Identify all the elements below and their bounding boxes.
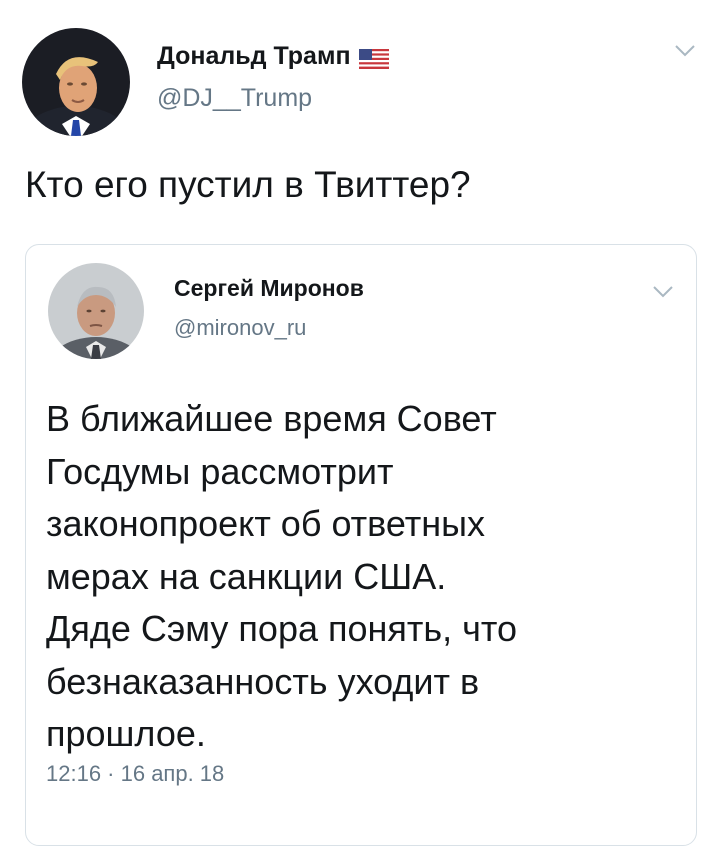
quoted-author-handle[interactable]: @mironov_ru <box>174 315 306 341</box>
outer-author-handle[interactable]: @DJ__Trump <box>157 84 312 113</box>
quoted-text-line: Госдумы рассмотрит <box>46 450 394 492</box>
outer-author-avatar[interactable] <box>22 28 130 136</box>
quoted-text-line: мерах на санкции США. <box>46 555 447 597</box>
trump-avatar-photo <box>22 28 130 136</box>
outer-author-name-row[interactable]: Дональд Трамп <box>157 42 389 71</box>
quoted-text-line: прошлое. <box>46 713 206 754</box>
us-flag-icon <box>358 47 389 69</box>
quoted-tweet-text: В ближайшее время Совет Госдумы рассмотр… <box>46 393 666 761</box>
quoted-author-name[interactable]: Сергей Миронов <box>174 275 364 302</box>
chevron-down-icon[interactable] <box>652 285 674 299</box>
outer-author-name[interactable]: Дональд Трамп <box>157 42 351 71</box>
mironov-avatar-photo <box>48 263 144 359</box>
quoted-text-line: безнаказанность уходит в <box>46 660 480 702</box>
quoted-text-line: В ближайшее время Совет <box>46 398 497 439</box>
quoted-text-line: законопроект об ответных <box>46 503 485 544</box>
quoted-tweet-timestamp[interactable]: 12:16 · 16 апр. 18 <box>46 761 224 787</box>
quoted-text-line: Дяде Сэму пора понять, что <box>46 608 517 649</box>
chevron-down-icon[interactable] <box>674 44 696 58</box>
quoted-author-avatar[interactable] <box>48 263 144 359</box>
outer-tweet-text: Кто его пустил в Твиттер? <box>25 164 471 205</box>
quoted-tweet-card[interactable]: Сергей Миронов @mironov_ru В ближайшее в… <box>25 244 697 846</box>
